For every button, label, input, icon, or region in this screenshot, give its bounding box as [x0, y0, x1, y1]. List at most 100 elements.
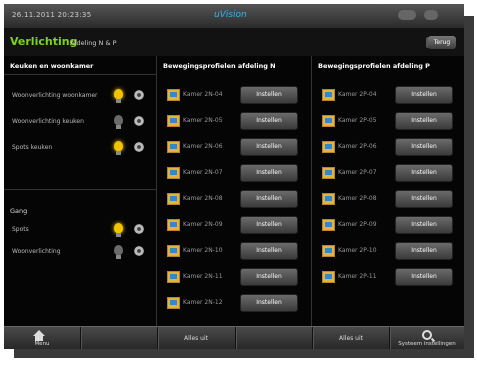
- room-row: Kamer 2P-05 Instellen: [312, 112, 464, 130]
- lightbulb-icon[interactable]: [114, 141, 123, 155]
- instellen-button[interactable]: Instellen: [395, 112, 453, 130]
- lightbulb-icon[interactable]: [114, 115, 123, 129]
- divider: [80, 327, 82, 349]
- instellen-button[interactable]: Instellen: [240, 294, 298, 312]
- divider: [235, 327, 237, 349]
- light-label: Spots keuken: [12, 144, 53, 151]
- light-row[interactable]: Woonverlichting woonkamer: [4, 86, 156, 106]
- room-label: Kamer 2P-04: [338, 91, 377, 98]
- room-icon: [322, 271, 335, 283]
- instellen-button[interactable]: Instellen: [240, 216, 298, 234]
- menu-button[interactable]: Menu: [4, 327, 80, 349]
- instellen-button[interactable]: Instellen: [240, 138, 298, 156]
- instellen-button[interactable]: Instellen: [395, 86, 453, 104]
- room-row: Kamer 2N-10 Instellen: [157, 242, 311, 260]
- dimmer-icon[interactable]: [134, 142, 144, 152]
- dimmer-icon[interactable]: [134, 224, 144, 234]
- title-bar: Verlichting Afdeling N & P Terug: [4, 29, 464, 56]
- all-off-n-button[interactable]: Alles uit: [158, 327, 234, 349]
- section-header-n: Bewegingsprofielen afdeling N: [163, 62, 276, 70]
- section-header-kitchen: Keuken en woonkamer: [10, 62, 94, 70]
- room-label: Kamer 2P-10: [338, 247, 377, 254]
- room-label: Kamer 2N-05: [183, 117, 223, 124]
- room-icon: [167, 271, 180, 283]
- instellen-button[interactable]: Instellen: [395, 242, 453, 260]
- instellen-button[interactable]: Instellen: [240, 164, 298, 182]
- room-icon: [167, 115, 180, 127]
- lights-panel: Keuken en woonkamer Woonverlichting woon…: [4, 56, 157, 326]
- page-subtitle: Afdeling N & P: [70, 39, 117, 47]
- room-row: Kamer 2N-08 Instellen: [157, 190, 311, 208]
- light-row[interactable]: Woonverlichting: [4, 242, 156, 262]
- room-row: Kamer 2P-04 Instellen: [312, 86, 464, 104]
- room-row: Kamer 2N-12 Instellen: [157, 294, 311, 312]
- room-icon: [322, 193, 335, 205]
- instellen-button[interactable]: Instellen: [240, 268, 298, 286]
- room-label: Kamer 2N-10: [183, 247, 223, 254]
- search-icon: [422, 330, 432, 340]
- room-label: Kamer 2P-09: [338, 221, 377, 228]
- instellen-button[interactable]: Instellen: [240, 112, 298, 130]
- room-label: Kamer 2P-08: [338, 195, 377, 202]
- section-header-p: Bewegingsprofielen afdeling P: [318, 62, 430, 70]
- room-icon: [322, 245, 335, 257]
- instellen-button[interactable]: Instellen: [395, 138, 453, 156]
- room-row: Kamer 2P-11 Instellen: [312, 268, 464, 286]
- room-icon: [167, 245, 180, 257]
- brand-logo: uVision: [214, 10, 247, 20]
- divider: [4, 74, 156, 75]
- room-icon: [167, 141, 180, 153]
- room-label: Kamer 2P-05: [338, 117, 377, 124]
- lightbulb-icon[interactable]: [114, 89, 123, 103]
- status-bar: 26.11.2011 20:23:35 uVision: [4, 4, 464, 29]
- room-row: Kamer 2N-06 Instellen: [157, 138, 311, 156]
- light-row[interactable]: Woonverlichting keuken: [4, 112, 156, 132]
- instellen-button[interactable]: Instellen: [240, 242, 298, 260]
- profiles-panel-n: Bewegingsprofielen afdeling N Kamer 2N-0…: [157, 56, 312, 326]
- dimmer-icon[interactable]: [134, 90, 144, 100]
- light-row[interactable]: Spots: [4, 220, 156, 240]
- settings-label: Systeem instellingen: [398, 341, 456, 347]
- cloud-icon: [398, 10, 416, 20]
- room-icon: [167, 193, 180, 205]
- lightbulb-icon[interactable]: [114, 245, 123, 259]
- room-row: Kamer 2N-04 Instellen: [157, 86, 311, 104]
- app-frame: 26.11.2011 20:23:35 uVision Verlichting …: [4, 4, 464, 349]
- instellen-button[interactable]: Instellen: [240, 86, 298, 104]
- room-icon: [322, 115, 335, 127]
- room-label: Kamer 2P-07: [338, 169, 377, 176]
- light-label: Woonverlichting woonkamer: [12, 92, 98, 99]
- divider: [4, 189, 156, 190]
- instellen-button[interactable]: Instellen: [395, 268, 453, 286]
- instellen-button[interactable]: Instellen: [240, 190, 298, 208]
- room-label: Kamer 2N-09: [183, 221, 223, 228]
- instellen-button[interactable]: Instellen: [395, 190, 453, 208]
- room-icon: [322, 89, 335, 101]
- room-label: Kamer 2P-06: [338, 143, 377, 150]
- room-icon: [322, 167, 335, 179]
- dimmer-icon[interactable]: [134, 116, 144, 126]
- room-icon: [322, 141, 335, 153]
- room-label: Kamer 2N-08: [183, 195, 223, 202]
- room-icon: [167, 89, 180, 101]
- light-row[interactable]: Spots keuken: [4, 138, 156, 158]
- room-row: Kamer 2N-07 Instellen: [157, 164, 311, 182]
- instellen-button[interactable]: Instellen: [395, 164, 453, 182]
- back-button[interactable]: Terug: [428, 36, 456, 49]
- lightbulb-icon[interactable]: [114, 223, 123, 237]
- section-header-gang: Gang: [10, 207, 28, 215]
- menu-label: Menu: [34, 341, 50, 347]
- datetime: 26.11.2011 20:23:35: [12, 11, 92, 19]
- light-label: Spots: [12, 226, 29, 233]
- room-label: Kamer 2P-11: [338, 273, 377, 280]
- instellen-button[interactable]: Instellen: [395, 216, 453, 234]
- all-off-p-button[interactable]: Alles uit: [313, 327, 389, 349]
- dimmer-icon[interactable]: [134, 246, 144, 256]
- settings-button[interactable]: Systeem instellingen: [390, 327, 464, 349]
- room-row: Kamer 2N-09 Instellen: [157, 216, 311, 234]
- bottom-bar: Menu Alles uit Alles uit Systeem instell…: [4, 326, 464, 349]
- room-label: Kamer 2N-12: [183, 299, 223, 306]
- room-row: Kamer 2P-09 Instellen: [312, 216, 464, 234]
- light-label: Woonverlichting keuken: [12, 118, 84, 125]
- room-label: Kamer 2N-07: [183, 169, 223, 176]
